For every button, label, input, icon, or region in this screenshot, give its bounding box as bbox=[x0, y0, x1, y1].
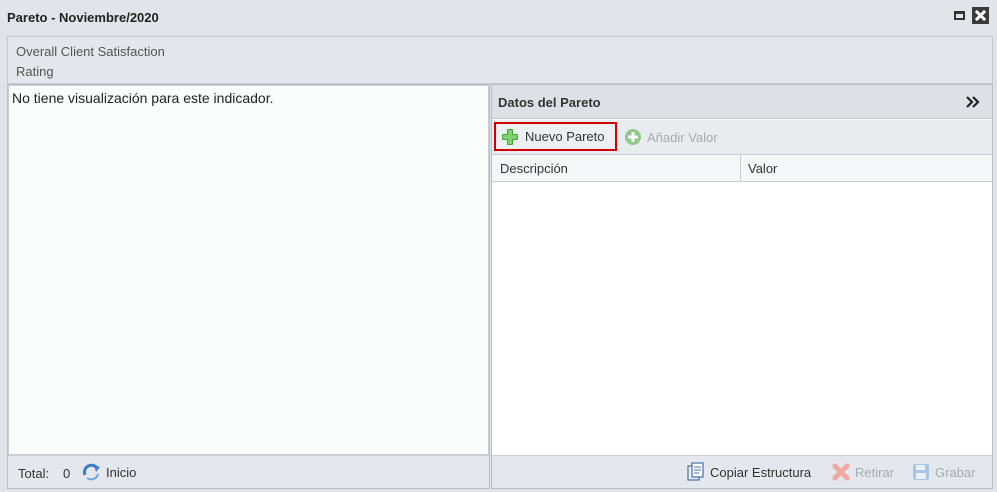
pareto-data-title: Datos del Pareto bbox=[498, 95, 601, 110]
copiar-estructura-label: Copiar Estructura bbox=[710, 464, 812, 480]
pareto-window: Pareto - Noviembre/2020 Overall Client S… bbox=[0, 0, 997, 492]
indicator-name: Overall Client Satisfaction bbox=[16, 44, 165, 59]
grabar-button[interactable]: Grabar bbox=[912, 462, 975, 482]
indicator-subtitle: Rating bbox=[16, 64, 54, 79]
title-bar: Pareto - Noviembre/2020 bbox=[0, 0, 997, 34]
total-label: Total: bbox=[18, 466, 50, 481]
column-header-descripcion[interactable]: Descripción bbox=[492, 155, 741, 181]
window-title: Pareto - Noviembre/2020 bbox=[7, 10, 159, 25]
visualization-footer: Total: 0 Inicio bbox=[8, 455, 489, 488]
anadir-valor-label: Añadir Valor bbox=[647, 129, 718, 145]
pareto-data-panel: Datos del Pareto Nuevo Pareto Añadir Val… bbox=[491, 84, 993, 489]
inicio-button[interactable]: Inicio bbox=[82, 462, 136, 482]
grabar-label: Grabar bbox=[935, 464, 976, 480]
grid-body bbox=[492, 182, 992, 455]
add-circle-icon bbox=[624, 128, 642, 146]
indicator-header: Overall Client Satisfaction Rating bbox=[7, 36, 993, 84]
collapse-panel-button[interactable] bbox=[964, 94, 980, 110]
retirar-label: Retirar bbox=[855, 464, 895, 480]
nuevo-pareto-button[interactable]: Nuevo Pareto bbox=[494, 122, 617, 151]
close-button[interactable] bbox=[972, 7, 989, 24]
pareto-toolbar: Nuevo Pareto Añadir Valor bbox=[492, 120, 992, 154]
green-plus-icon bbox=[501, 128, 519, 146]
visualization-panel: No tiene visualización para este indicad… bbox=[7, 84, 490, 489]
copy-document-icon bbox=[687, 462, 705, 482]
refresh-icon bbox=[82, 463, 102, 481]
inicio-label: Inicio bbox=[106, 464, 137, 480]
double-chevron-right-icon bbox=[964, 94, 980, 110]
no-visualization-message: No tiene visualización para este indicad… bbox=[12, 90, 274, 106]
maximize-icon bbox=[954, 11, 965, 20]
total-value: 0 bbox=[63, 466, 71, 481]
anadir-valor-button[interactable]: Añadir Valor bbox=[624, 127, 718, 147]
visualization-area: No tiene visualización para este indicad… bbox=[8, 85, 489, 455]
column-header-valor[interactable]: Valor bbox=[741, 155, 992, 181]
retirar-button[interactable]: Retirar bbox=[832, 462, 894, 482]
pareto-data-header: Datos del Pareto bbox=[492, 85, 992, 119]
save-disk-icon bbox=[912, 463, 930, 481]
maximize-button[interactable] bbox=[952, 8, 968, 24]
remove-x-icon bbox=[832, 463, 850, 481]
nuevo-pareto-label: Nuevo Pareto bbox=[525, 129, 605, 144]
copiar-estructura-button[interactable]: Copiar Estructura bbox=[687, 462, 811, 482]
pareto-data-footer: Copiar Estructura Retirar Grabar bbox=[492, 455, 992, 488]
grid-header: Descripción Valor bbox=[492, 154, 992, 182]
